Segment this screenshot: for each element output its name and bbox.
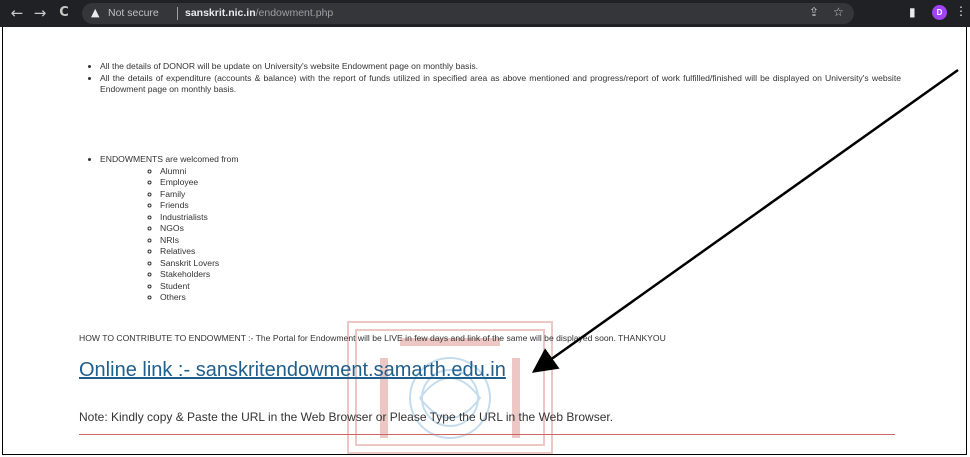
annotation-arrow <box>531 68 959 373</box>
